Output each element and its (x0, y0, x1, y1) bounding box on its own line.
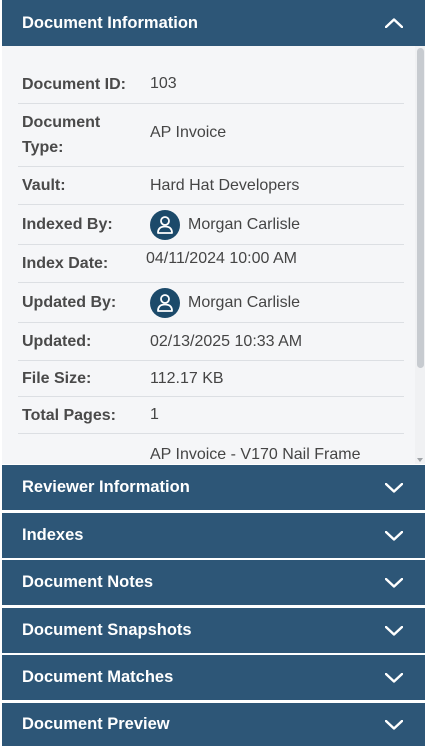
chevron-down-icon[interactable] (385, 530, 403, 541)
value-document-name: AP Invoice - V170 Nail Frame (150, 445, 361, 463)
value-file-size: 112.17 KB (150, 369, 224, 387)
value-document-id: 103 (150, 75, 177, 92)
section-document-snapshots[interactable]: Document Snapshots (2, 608, 425, 653)
document-information-body[interactable]: Document ID: 103 Document Type: AP Invoi… (2, 46, 425, 464)
document-details-panel: Document Information Document ID: 103 Do… (0, 0, 427, 746)
section-label: Indexes (22, 526, 84, 544)
section-label: Document Matches (22, 668, 174, 686)
user-avatar-icon (150, 287, 180, 318)
label-document-type-line1: Document (22, 114, 101, 131)
label-file-size: File Size: (22, 370, 92, 387)
document-information-header[interactable]: Document Information (2, 0, 425, 46)
section-label: Document Preview (22, 715, 170, 733)
updated-by-name: Morgan Carlisle (188, 293, 301, 311)
indexed-by-name: Morgan Carlisle (188, 215, 301, 233)
scroll-down-arrow-icon[interactable] (417, 458, 423, 462)
row-document-name: AP Invoice - V170 Nail Frame (18, 434, 404, 464)
value-total-pages: 1 (150, 406, 159, 423)
row-document-id: Document ID: 103 (18, 65, 404, 104)
chevron-down-icon[interactable] (385, 577, 403, 588)
value-index-date: 04/11/2024 10:00 AM (146, 249, 297, 267)
scrollbar-thumb[interactable] (417, 48, 424, 368)
row-updated-by: Updated By: Morgan Carlisle (18, 283, 404, 323)
chevron-down-icon[interactable] (385, 625, 403, 636)
row-file-size: File Size: 112.17 KB (18, 361, 404, 397)
value-indexed-by: Morgan Carlisle (150, 209, 301, 240)
section-document-notes[interactable]: Document Notes (2, 560, 425, 605)
row-index-date: Index Date: 04/11/2024 10:00 AM (18, 245, 404, 283)
chevron-down-icon[interactable] (385, 719, 403, 730)
section-document-preview[interactable]: Document Preview (2, 703, 425, 746)
label-document-type: Document Type: (18, 110, 150, 160)
label-document-type-line2: Type: (22, 139, 64, 156)
row-vault: Vault: Hard Hat Developers (18, 167, 404, 205)
row-updated: Updated: 02/13/2025 10:33 AM (18, 323, 404, 361)
label-index-date: Index Date: (22, 255, 109, 272)
value-vault: Hard Hat Developers (150, 176, 300, 194)
section-document-matches[interactable]: Document Matches (2, 655, 425, 700)
section-label: Reviewer Information (22, 478, 190, 496)
chevron-down-icon[interactable] (385, 672, 403, 683)
label-total-pages: Total Pages: (22, 406, 116, 424)
document-information-title: Document Information (22, 13, 198, 32)
label-updated-by: Updated By: (22, 294, 117, 311)
label-updated: Updated: (22, 333, 92, 350)
value-updated: 02/13/2025 10:33 AM (150, 332, 303, 350)
section-label: Document Snapshots (22, 621, 192, 639)
row-indexed-by: Indexed By: Morgan Carlisle (18, 205, 404, 245)
label-vault: Vault: (22, 177, 66, 194)
label-indexed-by: Indexed By: (22, 216, 113, 233)
document-information-list: Document ID: 103 Document Type: AP Invoi… (18, 65, 404, 464)
user-avatar-icon (150, 209, 180, 240)
section-label: Document Notes (22, 573, 154, 591)
label-document-id: Document ID: (22, 75, 126, 93)
value-updated-by: Morgan Carlisle (150, 287, 301, 318)
section-indexes[interactable]: Indexes (2, 513, 425, 558)
section-reviewer-information[interactable]: Reviewer Information (2, 465, 425, 510)
row-document-type: Document Type: AP Invoice (18, 104, 404, 167)
row-total-pages: Total Pages: 1 (18, 397, 404, 434)
chevron-up-icon[interactable] (385, 18, 403, 28)
chevron-down-icon[interactable] (385, 482, 403, 493)
value-document-type: AP Invoice (150, 124, 227, 141)
scrollbar[interactable] (415, 46, 425, 464)
